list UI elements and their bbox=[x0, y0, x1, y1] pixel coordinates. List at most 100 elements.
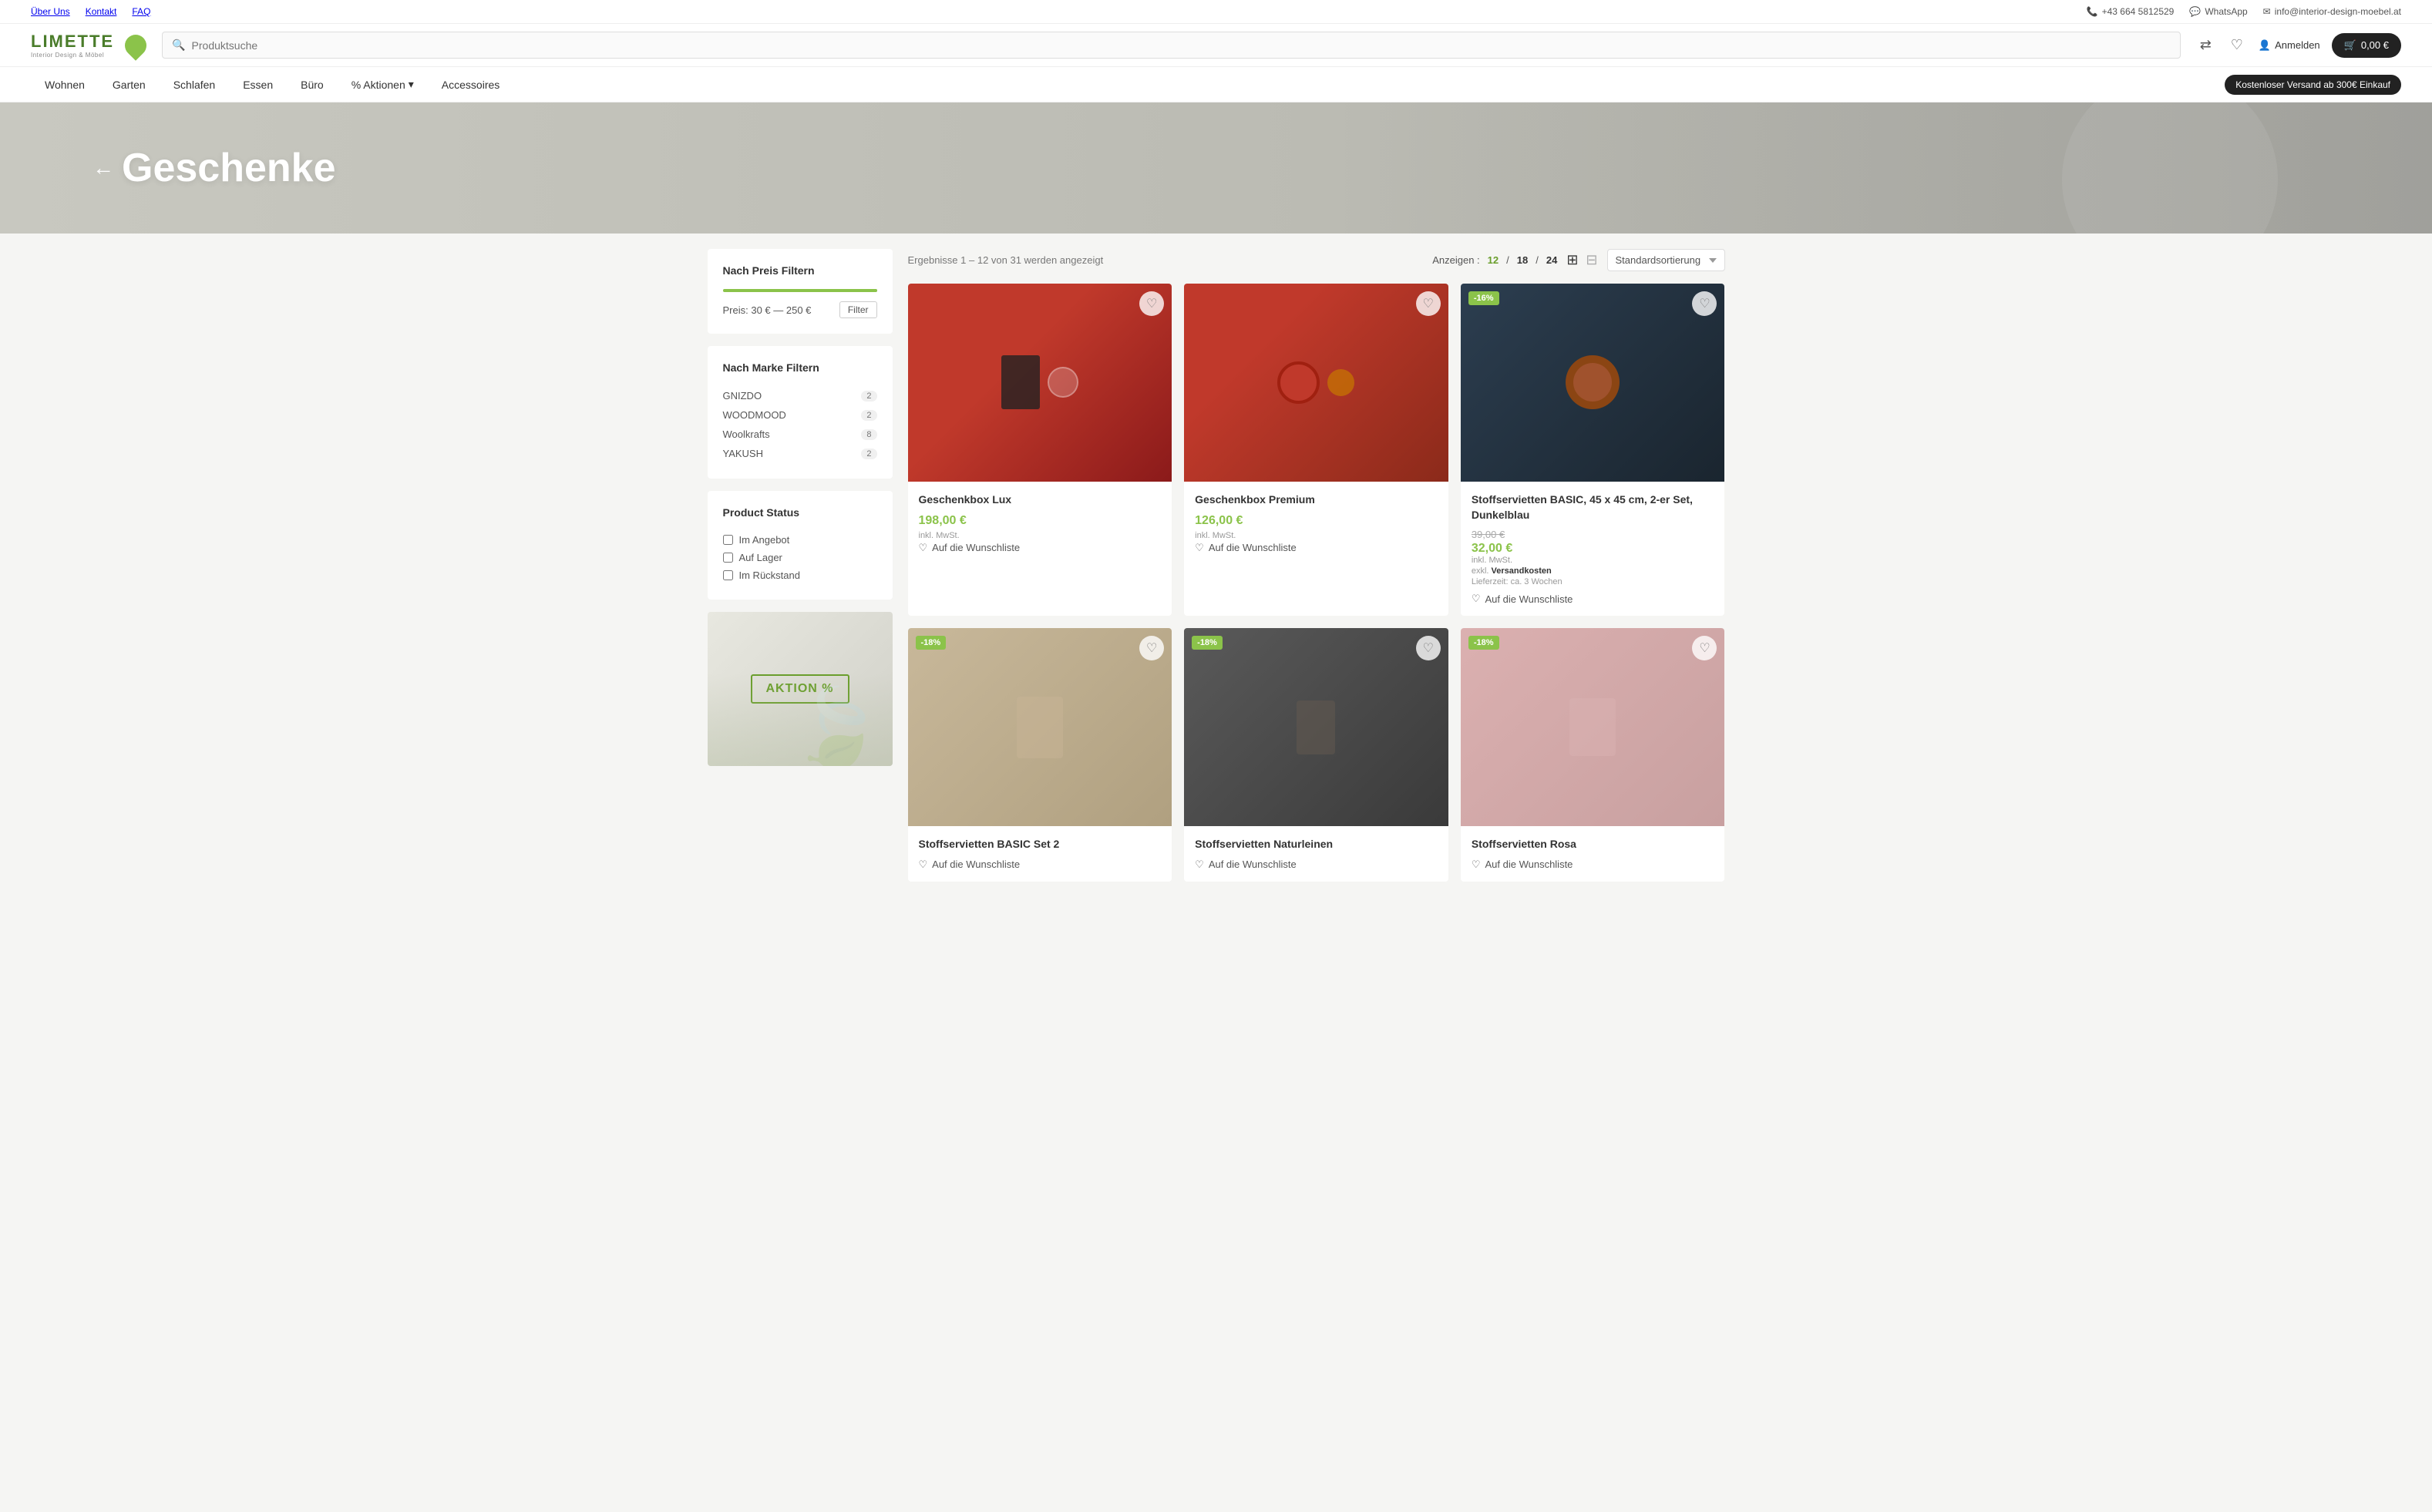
email-icon: ✉ bbox=[2263, 6, 2271, 17]
brand-item-yakush[interactable]: YAKUSH 2 bbox=[723, 444, 877, 463]
nav-essen[interactable]: Essen bbox=[229, 67, 287, 102]
display-12-button[interactable]: 12 bbox=[1488, 254, 1499, 266]
wishlist-label-0: Auf die Wunschliste bbox=[932, 542, 1020, 553]
results-text: Ergebnisse 1 – 12 von 31 werden angezeig… bbox=[908, 254, 1104, 266]
product-info-3: Stoffservietten BASIC Set 2 ♡ Auf die Wu… bbox=[908, 826, 1172, 882]
status-checkbox-lager[interactable] bbox=[723, 553, 733, 563]
main-content: Nach Preis Filtern Preis: 30 € — 250 € F… bbox=[677, 234, 1756, 897]
product-image-wrap-4: -18% ♡ bbox=[1184, 628, 1448, 826]
product-tax-2: inkl. MwSt. bbox=[1472, 556, 1714, 565]
status-list: Im Angebot Auf Lager Im Rückstand bbox=[723, 531, 877, 584]
login-label: Anmelden bbox=[2275, 39, 2320, 51]
add-wishlist-button-2[interactable]: ♡ Auf die Wunschliste bbox=[1472, 593, 1573, 605]
add-wishlist-button-1[interactable]: ♡ Auf die Wunschliste bbox=[1195, 542, 1297, 554]
wishlist-label-4: Auf die Wunschliste bbox=[1209, 858, 1297, 870]
nav-buro[interactable]: Büro bbox=[287, 67, 338, 102]
grid-4col-button[interactable]: ⊟ bbox=[1584, 250, 1599, 270]
add-wishlist-button-5[interactable]: ♡ Auf die Wunschliste bbox=[1472, 858, 1573, 871]
search-input[interactable] bbox=[192, 39, 2171, 52]
display-24-button[interactable]: 24 bbox=[1546, 254, 1557, 266]
shuffle-button[interactable]: ⇄ bbox=[2196, 33, 2215, 57]
price-range-text: Preis: 30 € — 250 € bbox=[723, 304, 812, 316]
grid-3col-button[interactable]: ⊞ bbox=[1565, 250, 1579, 270]
wishlist-header-button[interactable]: ♡ bbox=[2227, 33, 2247, 57]
brand-list: GNIZDO 2 WOODMOOD 2 Woolkrafts 8 YAKUSH … bbox=[723, 386, 877, 463]
email-address: info@interior-design-moebel.at bbox=[2275, 6, 2401, 17]
product-image-5 bbox=[1461, 628, 1725, 826]
price-slider-fill bbox=[723, 289, 877, 292]
brand-item-gnizdo[interactable]: GNIZDO 2 bbox=[723, 386, 877, 405]
brand-item-woolkrafts[interactable]: Woolkrafts 8 bbox=[723, 425, 877, 444]
status-checkbox-ruckstand[interactable] bbox=[723, 570, 733, 580]
wishlist-button-4[interactable]: ♡ bbox=[1416, 636, 1441, 660]
display-sep1: / bbox=[1506, 254, 1509, 266]
nav-garten[interactable]: Garten bbox=[99, 67, 160, 102]
phone-link[interactable]: 📞 +43 664 5812529 bbox=[2087, 6, 2175, 17]
heart-icon-2: ♡ bbox=[1472, 593, 1481, 605]
user-icon: 👤 bbox=[2259, 39, 2271, 52]
faq-link[interactable]: FAQ bbox=[132, 6, 150, 17]
status-label: Im Rückstand bbox=[739, 570, 800, 581]
product-name-2: Stoffservietten BASIC, 45 x 45 cm, 2-er … bbox=[1472, 492, 1714, 522]
nav-accessoires[interactable]: Accessoires bbox=[428, 67, 513, 102]
status-item-ruckstand[interactable]: Im Rückstand bbox=[723, 566, 877, 584]
display-label: Anzeigen : bbox=[1432, 254, 1479, 266]
product-price-1: 126,00 € bbox=[1195, 514, 1438, 528]
brand-item-woodmood[interactable]: WOODMOOD 2 bbox=[723, 405, 877, 425]
shipping-link-2[interactable]: Versandkosten bbox=[1492, 566, 1552, 576]
product-image-wrap-5: -18% ♡ bbox=[1461, 628, 1725, 826]
brand-count: 8 bbox=[861, 429, 876, 440]
add-wishlist-button-4[interactable]: ♡ Auf die Wunschliste bbox=[1195, 858, 1297, 871]
product-info-5: Stoffservietten Rosa ♡ Auf die Wunschlis… bbox=[1461, 826, 1725, 882]
wishlist-button-1[interactable]: ♡ bbox=[1416, 291, 1441, 316]
aktion-banner[interactable]: AKTION % 🍃 bbox=[708, 612, 893, 766]
wishlist-button-0[interactable]: ♡ bbox=[1139, 291, 1164, 316]
product-image-2 bbox=[1461, 284, 1725, 482]
wishlist-label-3: Auf die Wunschliste bbox=[932, 858, 1020, 870]
status-item-lager[interactable]: Auf Lager bbox=[723, 549, 877, 566]
display-18-button[interactable]: 18 bbox=[1517, 254, 1528, 266]
product-image-wrap-3: -18% ♡ bbox=[908, 628, 1172, 826]
cart-amount: 0,00 € bbox=[2361, 39, 2389, 51]
product-image-wrap-1: ♡ bbox=[1184, 284, 1448, 482]
product-shipping-2: exkl. Versandkosten bbox=[1472, 566, 1714, 576]
email-link[interactable]: ✉ info@interior-design-moebel.at bbox=[2263, 6, 2401, 17]
whatsapp-icon: 💬 bbox=[2189, 6, 2201, 17]
product-name-5: Stoffservietten Rosa bbox=[1472, 837, 1714, 852]
sort-select[interactable]: Standardsortierung bbox=[1607, 249, 1725, 271]
heart-icon-3: ♡ bbox=[919, 858, 928, 871]
product-image-3 bbox=[908, 628, 1172, 826]
discount-badge-2: -16% bbox=[1468, 291, 1499, 305]
cart-button[interactable]: 🛒 0,00 € bbox=[2332, 33, 2401, 58]
product-card-3: -18% ♡ Stoffservietten BASIC Set 2 ♡ Auf… bbox=[908, 628, 1172, 882]
hero-back-arrow[interactable]: ← bbox=[93, 156, 114, 180]
kontakt-link[interactable]: Kontakt bbox=[86, 6, 117, 17]
filter-apply-button[interactable]: Filter bbox=[839, 301, 877, 318]
status-item-angebot[interactable]: Im Angebot bbox=[723, 531, 877, 549]
header-actions: ⇄ ♡ 👤 Anmelden 🛒 0,00 € bbox=[2196, 33, 2401, 58]
top-bar-left: Über Uns Kontakt FAQ bbox=[31, 6, 150, 17]
nav-schlafen[interactable]: Schlafen bbox=[160, 67, 229, 102]
status-checkbox-angebot[interactable] bbox=[723, 535, 733, 545]
whatsapp-link[interactable]: 💬 WhatsApp bbox=[2189, 6, 2247, 17]
price-slider-track[interactable] bbox=[723, 289, 877, 292]
product-tax-0: inkl. MwSt. bbox=[919, 531, 1162, 540]
search-bar[interactable]: 🔍 bbox=[162, 32, 2181, 59]
price-label: Preis: 30 € — 250 € Filter bbox=[723, 301, 877, 318]
login-button[interactable]: 👤 Anmelden bbox=[2259, 39, 2320, 52]
heart-icon-0: ♡ bbox=[919, 542, 928, 554]
product-delivery-2: Lieferzeit: ca. 3 Wochen bbox=[1472, 577, 1714, 586]
product-name-3: Stoffservietten BASIC Set 2 bbox=[919, 837, 1162, 852]
uber-uns-link[interactable]: Über Uns bbox=[31, 6, 70, 17]
products-grid: ♡ Geschenkbox Lux 198,00 € inkl. MwSt. ♡… bbox=[908, 284, 1725, 882]
logo[interactable]: LIMETTE Interior Design & Möbel bbox=[31, 32, 146, 59]
logo-subtext: Interior Design & Möbel bbox=[31, 52, 104, 59]
add-wishlist-button-0[interactable]: ♡ Auf die Wunschliste bbox=[919, 542, 1021, 554]
top-bar-right: 📞 +43 664 5812529 💬 WhatsApp ✉ info@inte… bbox=[2087, 6, 2401, 17]
nav-aktionen[interactable]: % Aktionen ▾ bbox=[338, 67, 428, 102]
add-wishlist-button-3[interactable]: ♡ Auf die Wunschliste bbox=[919, 858, 1021, 871]
aktion-deco-img bbox=[708, 674, 893, 766]
product-card-5: -18% ♡ Stoffservietten Rosa ♡ Auf die Wu… bbox=[1461, 628, 1725, 882]
phone-number: +43 664 5812529 bbox=[2102, 6, 2175, 17]
nav-wohnen[interactable]: Wohnen bbox=[31, 67, 99, 102]
